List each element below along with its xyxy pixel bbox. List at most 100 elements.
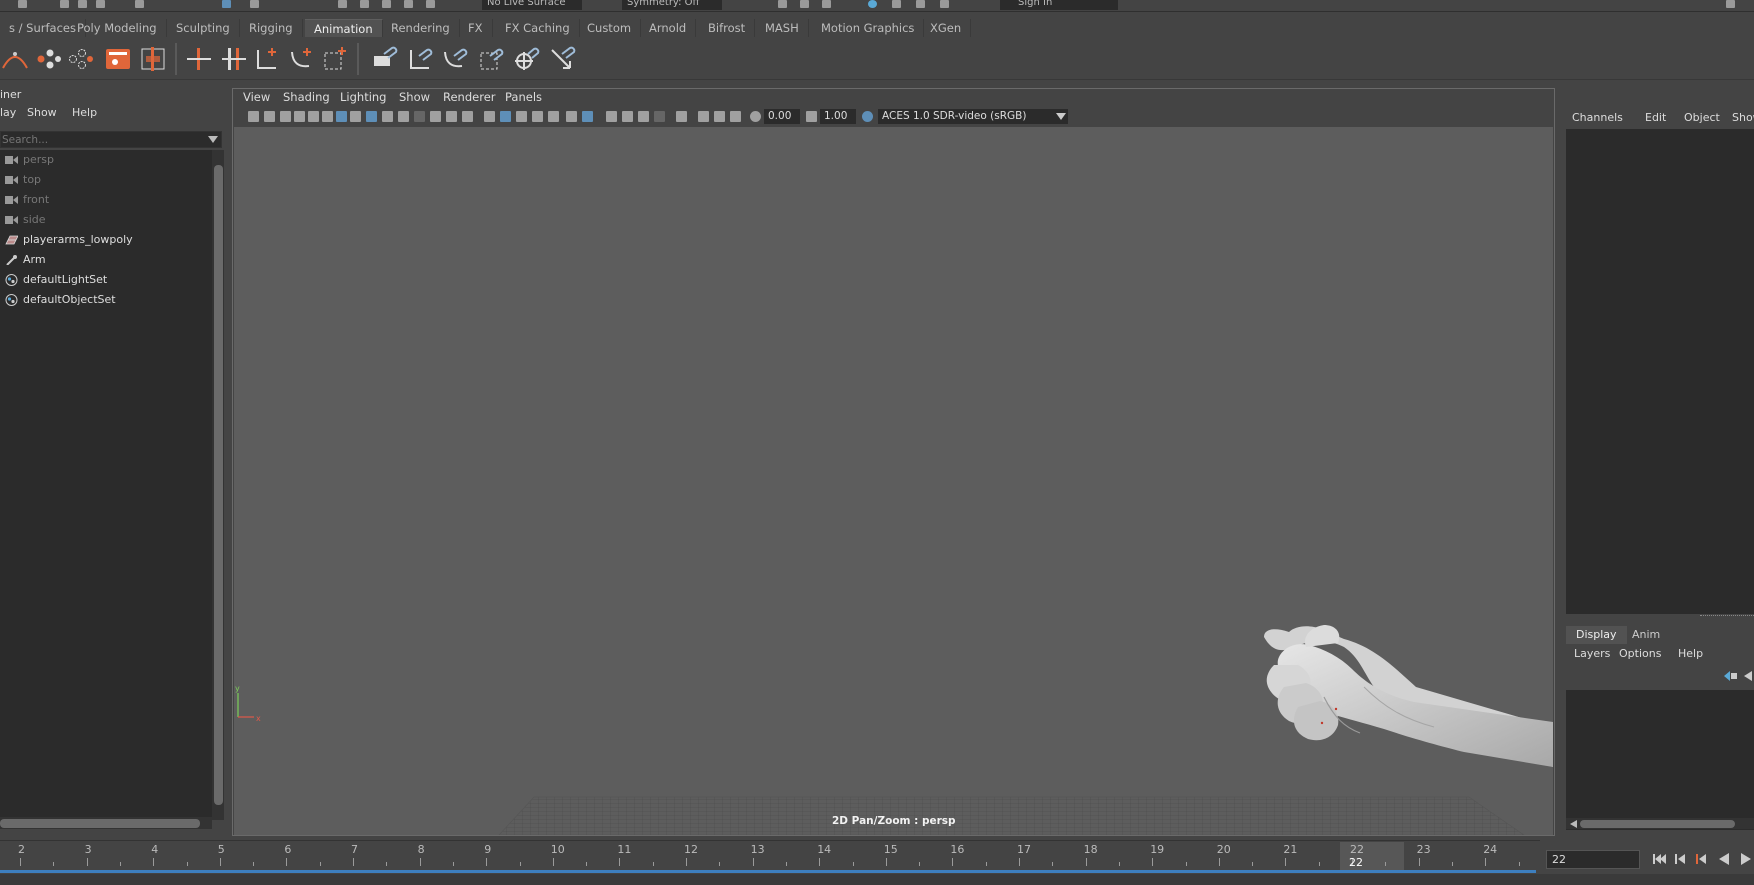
motion-blur-icon[interactable]	[622, 111, 633, 122]
outliner-item-persp[interactable]: persp	[0, 150, 212, 170]
outliner-item-playerarms-lowpoly[interactable]: playerarms_lowpoly	[0, 230, 212, 250]
time-slider[interactable]	[0, 840, 1540, 874]
arnold-render-icon[interactable]	[916, 0, 925, 8]
outliner-item-side[interactable]: side	[0, 210, 212, 230]
outliner-vertical-scroll-thumb[interactable]	[214, 165, 223, 805]
snap-grid-icon[interactable]	[338, 0, 347, 8]
shelf-tab-rigging[interactable]: Rigging	[240, 19, 303, 37]
image-plane-icon[interactable]	[294, 111, 305, 122]
outliner-item-defaultlightset[interactable]: defaultLightSet	[0, 270, 212, 290]
save-scene-icon[interactable]	[96, 0, 105, 8]
textured-icon[interactable]	[548, 111, 559, 122]
channel-box-menu-edit[interactable]: Edit	[1645, 111, 1666, 124]
shelf-tab-custom[interactable]: Custom	[578, 19, 642, 37]
default-material-icon[interactable]	[516, 111, 527, 122]
constraint-point-icon[interactable]	[405, 44, 435, 74]
grease-pencil-icon[interactable]	[308, 111, 319, 122]
constraint-pole-vector-icon[interactable]	[548, 44, 578, 74]
select-tool-icon[interactable]	[222, 0, 231, 8]
field-chart-icon[interactable]	[430, 111, 441, 122]
current-frame-input[interactable]	[1547, 851, 1637, 868]
viewport-menu-view[interactable]: View	[243, 90, 270, 104]
xray-joints-icon[interactable]	[730, 111, 741, 122]
constraint-aim-icon[interactable]	[512, 44, 542, 74]
shelf-tab-arnold[interactable]: Arnold	[640, 19, 697, 37]
gamma-icon[interactable]	[806, 111, 817, 122]
snap-view-icon[interactable]	[404, 0, 413, 8]
ik-spline-icon[interactable]	[0, 44, 30, 74]
constraint-parent-icon[interactable]	[370, 44, 400, 74]
ik-handle-icon[interactable]	[287, 44, 317, 74]
open-scene-icon[interactable]	[78, 0, 87, 8]
screen-space-ao-icon[interactable]	[606, 111, 617, 122]
outliner-item-top[interactable]: top	[0, 170, 212, 190]
workspace-icon[interactable]	[1726, 0, 1735, 8]
set-breakdown-icon[interactable]	[219, 44, 249, 74]
constraint-orient-icon[interactable]	[440, 44, 470, 74]
scroll-left-icon[interactable]	[1570, 820, 1577, 828]
symmetry-dropdown[interactable]: Symmetry: Off	[622, 0, 722, 10]
shadows-icon[interactable]	[582, 111, 593, 122]
xray-active-components-icon[interactable]	[714, 111, 725, 122]
safe-action-icon[interactable]	[446, 111, 457, 122]
shelf-tab-motion-graphics[interactable]: Motion Graphics	[812, 19, 925, 37]
create-cluster-icon[interactable]	[320, 44, 350, 74]
snap-point-icon[interactable]	[382, 0, 391, 8]
play-backwards-icon[interactable]	[1716, 851, 1732, 867]
viewport-menu-lighting[interactable]: Lighting	[340, 90, 386, 104]
go-to-start-icon[interactable]	[1651, 851, 1667, 867]
joint-tool-icon[interactable]	[252, 44, 282, 74]
new-scene-icon[interactable]	[60, 0, 69, 8]
move-layer-up-icon[interactable]	[1724, 670, 1738, 682]
shelf-tab-fx-caching[interactable]: FX Caching	[496, 19, 580, 37]
safe-title-icon[interactable]	[462, 111, 473, 122]
gate-mask-icon[interactable]	[414, 111, 425, 122]
viewport-canvas[interactable]: y x	[234, 127, 1553, 835]
2d-pan-zoom-icon[interactable]	[322, 111, 333, 122]
layer-tab-display[interactable]: Display	[1566, 626, 1627, 644]
wireframe-on-shaded-icon[interactable]	[532, 111, 543, 122]
ipr-render-icon[interactable]	[800, 0, 809, 8]
outliner-menu-show[interactable]: Show	[27, 106, 57, 119]
channel-box-menu-show[interactable]: Show	[1732, 111, 1754, 124]
exposure-icon[interactable]	[750, 111, 761, 122]
outliner-menu-display[interactable]: lay	[0, 106, 16, 119]
live-surface-field[interactable]: No Live Surface	[482, 0, 582, 10]
shelf-tab-bifrost[interactable]: Bifrost	[699, 19, 756, 37]
select-camera-icon[interactable]	[248, 111, 259, 122]
toggle-panel-icon[interactable]	[940, 0, 949, 8]
layer-list-area[interactable]	[1566, 690, 1754, 830]
anti-aliasing-icon[interactable]	[638, 111, 649, 122]
resolution-gate-icon[interactable]	[398, 111, 409, 122]
film-gate-icon[interactable]	[382, 111, 393, 122]
channel-box-area[interactable]	[1566, 129, 1754, 614]
step-back-frame-icon[interactable]	[1672, 851, 1688, 867]
render-view-icon[interactable]	[892, 0, 901, 8]
2d-pan-zoom-active-icon[interactable]	[336, 111, 347, 122]
set-key-icon[interactable]	[184, 44, 214, 74]
undo-icon[interactable]	[135, 0, 144, 8]
create-character-icon[interactable]	[33, 44, 63, 74]
outliner-item-front[interactable]: front	[0, 190, 212, 210]
outliner-search-input[interactable]	[1, 132, 201, 147]
viewport-menu-show[interactable]: Show	[399, 90, 430, 104]
shelf-tab-mash[interactable]: MASH	[756, 19, 809, 37]
constraint-scale-icon[interactable]	[476, 44, 506, 74]
step-back-key-icon[interactable]	[1693, 851, 1709, 867]
outliner-horizontal-scroll-thumb[interactable]	[0, 819, 200, 828]
play-forwards-icon[interactable]	[1738, 851, 1754, 867]
graph-editor-icon[interactable]	[103, 44, 133, 74]
shelf-tab-fx[interactable]: FX	[459, 19, 493, 37]
lasso-tool-icon[interactable]	[250, 0, 259, 8]
render-frame-icon[interactable]	[778, 0, 787, 8]
depth-of-field-icon[interactable]	[654, 111, 665, 122]
channel-box-menu-object[interactable]: Object	[1684, 111, 1720, 124]
shelf-tab-rendering[interactable]: Rendering	[382, 19, 460, 37]
viewport-menu-shading[interactable]: Shading	[283, 90, 330, 104]
character-set-icon[interactable]	[65, 44, 95, 74]
shelf-tab-sculpting[interactable]: Sculpting	[167, 19, 240, 37]
hypershade-icon[interactable]	[868, 0, 877, 8]
color-management-icon[interactable]	[862, 111, 873, 122]
chevron-down-icon[interactable]	[208, 136, 218, 144]
move-layer-down-icon[interactable]	[1744, 670, 1754, 682]
